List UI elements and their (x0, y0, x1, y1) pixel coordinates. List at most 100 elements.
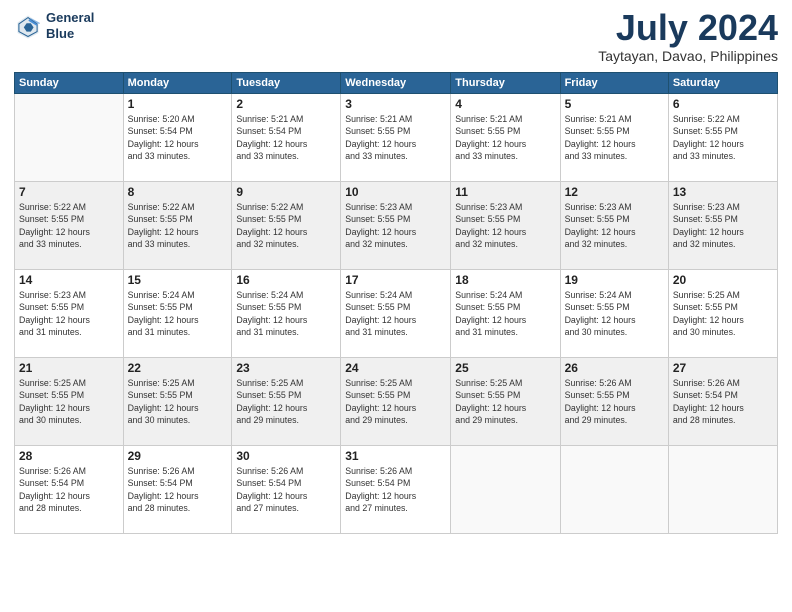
table-cell: 4 Sunrise: 5:21 AM Sunset: 5:55 PM Daylig… (451, 94, 560, 182)
table-cell: 13 Sunrise: 5:23 AM Sunset: 5:55 PM Dayli… (668, 182, 777, 270)
table-cell: 30Sunrise: 5:26 AM Sunset: 5:54 PM Dayli… (232, 446, 341, 534)
day-info: Sunrise: 5:20 AM Sunset: 5:54 PM Dayligh… (128, 113, 228, 162)
day-number: 7 (19, 185, 119, 199)
day-number: 22 (128, 361, 228, 375)
table-cell: 24Sunrise: 5:25 AM Sunset: 5:55 PM Dayli… (341, 358, 451, 446)
header-wednesday: Wednesday (341, 73, 451, 94)
day-number: 18 (455, 273, 555, 287)
day-info: Sunrise: 5:25 AM Sunset: 5:55 PM Dayligh… (19, 377, 119, 426)
day-number: 21 (19, 361, 119, 375)
day-info: Sunrise: 5:24 AM Sunset: 5:55 PM Dayligh… (565, 289, 664, 338)
day-number: 1 (128, 97, 228, 111)
day-number: 8 (128, 185, 228, 199)
calendar-week-4: 21 Sunrise: 5:25 AM Sunset: 5:55 PM Dayli… (15, 358, 778, 446)
day-info: Sunrise: 5:26 AM Sunset: 5:54 PM Dayligh… (128, 465, 228, 514)
header-saturday: Saturday (668, 73, 777, 94)
day-number: 28 (19, 449, 119, 463)
day-number: 15 (128, 273, 228, 287)
day-number: 26 (565, 361, 664, 375)
table-cell: 27 Sunrise: 5:26 AM Sunset: 5:54 PM Dayli… (668, 358, 777, 446)
table-cell: 31 Sunrise: 5:26 AM Sunset: 5:54 PM Dayli… (341, 446, 451, 534)
day-info: Sunrise: 5:26 AM Sunset: 5:55 PM Dayligh… (565, 377, 664, 426)
calendar-table: Sunday Monday Tuesday Wednesday Thursday… (14, 72, 778, 534)
day-number: 13 (673, 185, 773, 199)
table-cell: 7Sunrise: 5:22 AM Sunset: 5:55 PM Daylig… (15, 182, 124, 270)
day-number: 23 (236, 361, 336, 375)
day-info: Sunrise: 5:24 AM Sunset: 5:55 PM Dayligh… (455, 289, 555, 338)
day-number: 14 (19, 273, 119, 287)
table-cell: 28 Sunrise: 5:26 AM Sunset: 5:54 PM Dayli… (15, 446, 124, 534)
table-cell: 15 Sunrise: 5:24 AM Sunset: 5:55 PM Dayli… (123, 270, 232, 358)
day-info: Sunrise: 5:24 AM Sunset: 5:55 PM Dayligh… (236, 289, 336, 338)
day-number: 9 (236, 185, 336, 199)
logo-text: General Blue (46, 10, 94, 41)
day-number: 4 (455, 97, 555, 111)
table-cell: 3 Sunrise: 5:21 AM Sunset: 5:55 PM Daylig… (341, 94, 451, 182)
table-cell (560, 446, 668, 534)
day-info: Sunrise: 5:23 AM Sunset: 5:55 PM Dayligh… (565, 201, 664, 250)
day-number: 31 (345, 449, 446, 463)
day-info: Sunrise: 5:21 AM Sunset: 5:55 PM Dayligh… (455, 113, 555, 162)
logo: General Blue (14, 10, 94, 41)
day-number: 27 (673, 361, 773, 375)
day-number: 29 (128, 449, 228, 463)
table-cell: 19 Sunrise: 5:24 AM Sunset: 5:55 PM Dayli… (560, 270, 668, 358)
day-info: Sunrise: 5:25 AM Sunset: 5:55 PM Dayligh… (128, 377, 228, 426)
table-cell: 26 Sunrise: 5:26 AM Sunset: 5:55 PM Dayli… (560, 358, 668, 446)
day-info: Sunrise: 5:22 AM Sunset: 5:55 PM Dayligh… (673, 113, 773, 162)
table-cell (15, 94, 124, 182)
day-info: Sunrise: 5:21 AM Sunset: 5:55 PM Dayligh… (565, 113, 664, 162)
table-cell: 10Sunrise: 5:23 AM Sunset: 5:55 PM Dayli… (341, 182, 451, 270)
day-info: Sunrise: 5:26 AM Sunset: 5:54 PM Dayligh… (236, 465, 336, 514)
table-cell (668, 446, 777, 534)
table-cell: 21 Sunrise: 5:25 AM Sunset: 5:55 PM Dayli… (15, 358, 124, 446)
day-number: 16 (236, 273, 336, 287)
month-year: July 2024 (598, 10, 778, 46)
table-cell: 23 Sunrise: 5:25 AM Sunset: 5:55 PM Dayli… (232, 358, 341, 446)
table-cell: 25Sunrise: 5:25 AM Sunset: 5:55 PM Dayli… (451, 358, 560, 446)
day-info: Sunrise: 5:26 AM Sunset: 5:54 PM Dayligh… (19, 465, 119, 514)
header-friday: Friday (560, 73, 668, 94)
day-number: 24 (345, 361, 446, 375)
table-cell: 18 Sunrise: 5:24 AM Sunset: 5:55 PM Dayli… (451, 270, 560, 358)
day-info: Sunrise: 5:26 AM Sunset: 5:54 PM Dayligh… (345, 465, 446, 514)
day-number: 3 (345, 97, 446, 111)
day-info: Sunrise: 5:22 AM Sunset: 5:55 PM Dayligh… (236, 201, 336, 250)
day-info: Sunrise: 5:23 AM Sunset: 5:55 PM Dayligh… (19, 289, 119, 338)
table-cell: 11 Sunrise: 5:23 AM Sunset: 5:55 PM Dayli… (451, 182, 560, 270)
day-number: 11 (455, 185, 555, 199)
table-cell: 8 Sunrise: 5:22 AM Sunset: 5:55 PM Daylig… (123, 182, 232, 270)
table-cell: 12 Sunrise: 5:23 AM Sunset: 5:55 PM Dayli… (560, 182, 668, 270)
calendar-week-5: 28 Sunrise: 5:26 AM Sunset: 5:54 PM Dayli… (15, 446, 778, 534)
table-cell: 6 Sunrise: 5:22 AM Sunset: 5:55 PM Daylig… (668, 94, 777, 182)
day-number: 5 (565, 97, 664, 111)
calendar-week-2: 7 Sunrise: 5:22 AM Sunset: 5:55 PM Daylig… (15, 182, 778, 270)
table-cell (451, 446, 560, 534)
day-info: Sunrise: 5:21 AM Sunset: 5:55 PM Dayligh… (345, 113, 446, 162)
day-info: Sunrise: 5:24 AM Sunset: 5:55 PM Dayligh… (128, 289, 228, 338)
calendar-week-3: 14 Sunrise: 5:23 AM Sunset: 5:55 PM Dayli… (15, 270, 778, 358)
table-cell: 17 Sunrise: 5:24 AM Sunset: 5:55 PM Dayli… (341, 270, 451, 358)
day-number: 17 (345, 273, 446, 287)
table-cell: 1 Sunrise: 5:20 AM Sunset: 5:54 PM Daylig… (123, 94, 232, 182)
calendar-week-1: 1 Sunrise: 5:20 AM Sunset: 5:54 PM Daylig… (15, 94, 778, 182)
day-number: 10 (345, 185, 446, 199)
day-number: 2 (236, 97, 336, 111)
day-number: 6 (673, 97, 773, 111)
header-thursday: Thursday (451, 73, 560, 94)
day-info: Sunrise: 5:21 AM Sunset: 5:54 PM Dayligh… (236, 113, 336, 162)
day-info: Sunrise: 5:25 AM Sunset: 5:55 PM Dayligh… (673, 289, 773, 338)
day-info: Sunrise: 5:22 AM Sunset: 5:55 PM Dayligh… (128, 201, 228, 250)
day-info: Sunrise: 5:26 AM Sunset: 5:54 PM Dayligh… (673, 377, 773, 426)
table-cell: 2 Sunrise: 5:21 AM Sunset: 5:54 PM Daylig… (232, 94, 341, 182)
day-number: 19 (565, 273, 664, 287)
day-number: 12 (565, 185, 664, 199)
day-info: Sunrise: 5:23 AM Sunset: 5:55 PM Dayligh… (673, 201, 773, 250)
logo-icon (14, 12, 42, 40)
day-info: Sunrise: 5:24 AM Sunset: 5:55 PM Dayligh… (345, 289, 446, 338)
day-info: Sunrise: 5:23 AM Sunset: 5:55 PM Dayligh… (455, 201, 555, 250)
calendar-header-row: Sunday Monday Tuesday Wednesday Thursday… (15, 73, 778, 94)
header-monday: Monday (123, 73, 232, 94)
day-number: 25 (455, 361, 555, 375)
day-info: Sunrise: 5:25 AM Sunset: 5:55 PM Dayligh… (236, 377, 336, 426)
